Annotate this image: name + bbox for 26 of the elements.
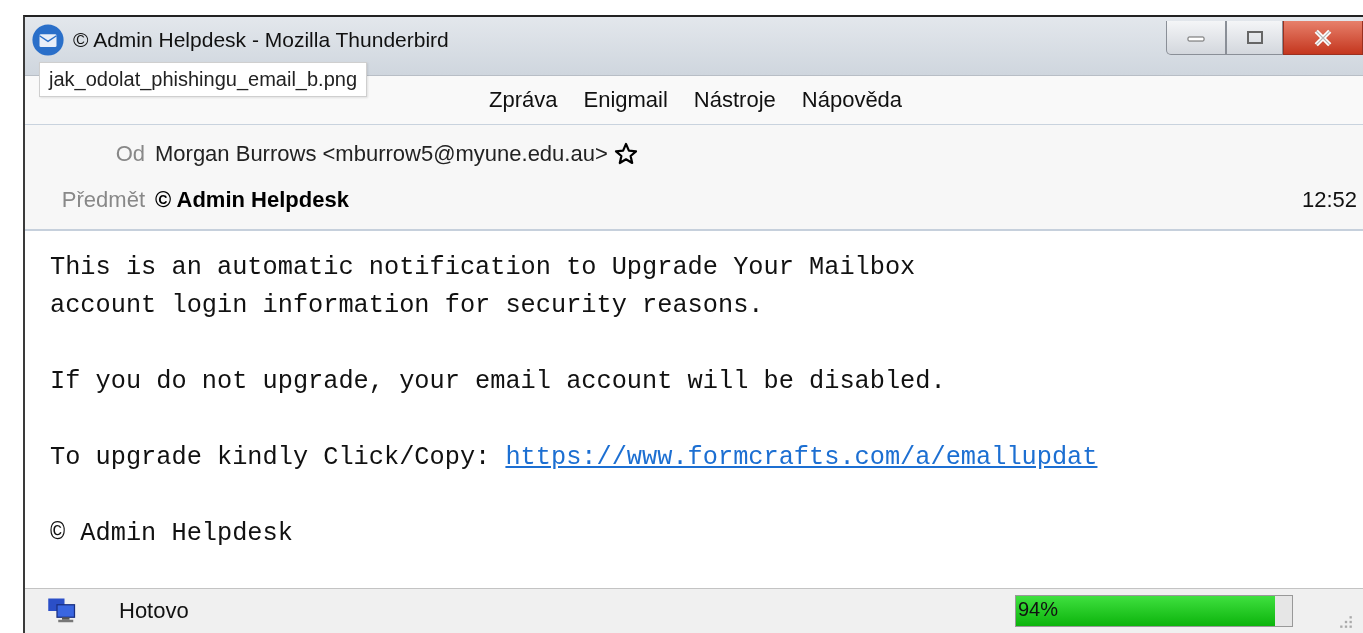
network-icon	[47, 597, 77, 625]
subject-text: © Admin Helpdesk	[155, 187, 349, 213]
message-time: 12:52	[1301, 187, 1357, 213]
menu-item[interactable]: Zpráva	[489, 87, 558, 113]
body-text: © Admin Helpdesk	[50, 518, 294, 550]
maximize-button[interactable]	[1226, 21, 1283, 55]
progress-reading: 94%	[1018, 598, 1059, 621]
status-text: Hotovo	[119, 598, 189, 624]
menu-item[interactable]: Nápověda	[801, 87, 903, 113]
sender-address[interactable]: Morgan Burrows <mburrow5@myune.edu.au>	[155, 141, 608, 167]
window-title: © Admin Helpdesk - Mozilla Thunderbird	[73, 27, 449, 53]
resize-grip-icon[interactable]	[1339, 615, 1353, 629]
link[interactable]: https://www.formcrafts.com/a/emallupdat	[505, 443, 1098, 472]
menu-item[interactable]: Enigmail	[583, 87, 668, 113]
app-icon	[31, 23, 65, 57]
from-label: Od	[114, 141, 145, 167]
maximize-icon	[1244, 29, 1265, 46]
close-button[interactable]	[1283, 21, 1363, 55]
tooltip: jak_odolat_phishingu_email_b.png	[39, 62, 368, 97]
body-text: This is an automatic notification to Upgrade Your Mailbox account login information for security reasons.	[50, 252, 917, 322]
minimize-button[interactable]	[1166, 21, 1226, 55]
star-icon[interactable]	[613, 142, 638, 166]
subject-label: Předmět	[60, 187, 145, 213]
body-text: If you do not upgrade, your email account will be disabled.	[50, 366, 947, 398]
menu-item[interactable]: Nástroje	[693, 87, 776, 113]
body-text: To upgrade kindly Click/Copy:	[50, 443, 492, 472]
